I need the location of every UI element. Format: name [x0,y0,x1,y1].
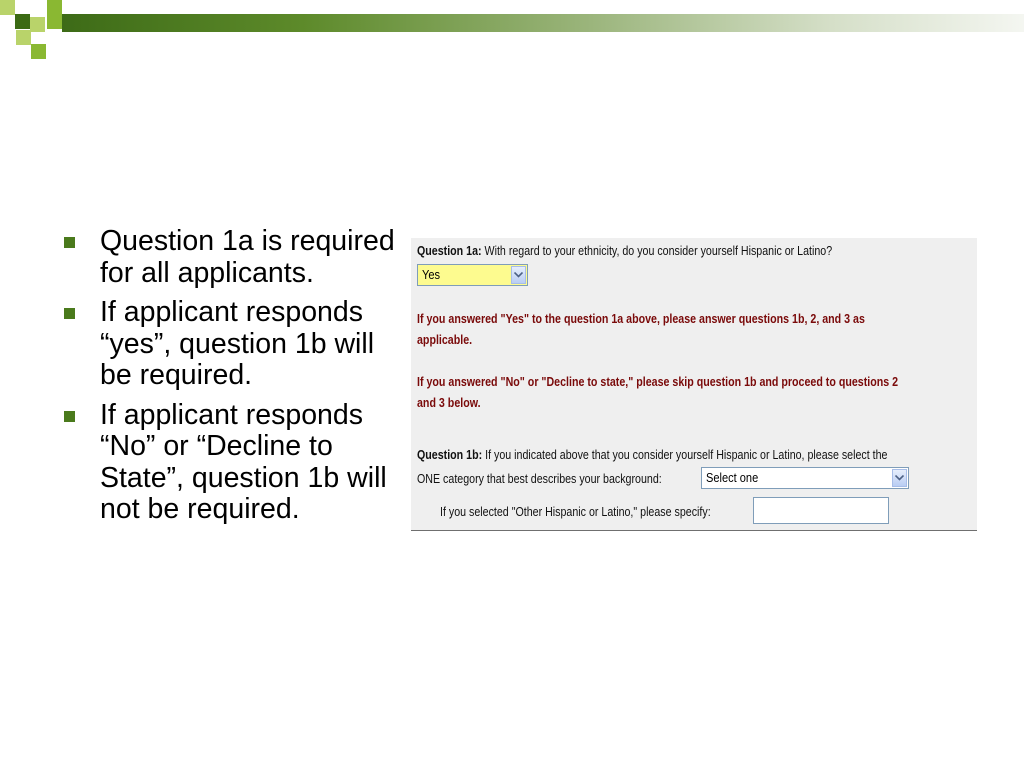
bullet-list: Question 1a is required for all applican… [62,225,402,534]
deco-square [30,17,45,32]
question-1b-prompt: If you indicated above that you consider… [482,447,888,462]
deco-square [15,14,30,29]
bullet-text: If applicant responds “No” or “Decline t… [100,398,387,525]
chevron-down-icon[interactable] [892,469,907,487]
instruction-yes-line1: If you answered "Yes" to the question 1a… [417,311,865,326]
form-screenshot: Question 1a: With regard to your ethnici… [411,238,977,531]
question-1b-text: Question 1b: If you indicated above that… [417,447,887,462]
instruction-no-line1: If you answered "No" or "Decline to stat… [417,374,899,389]
square-bullet-icon [64,308,75,319]
question-1b-text-line2: ONE category that best describes your ba… [417,471,662,486]
chevron-down-icon[interactable] [511,266,526,284]
question-1a-prompt: With regard to your ethnicity, do you co… [481,243,833,258]
bullet-item: If applicant responds “No” or “Decline t… [62,398,402,526]
deco-square [31,44,46,59]
instruction-no-line2: and 3 below. [417,395,481,410]
deco-square [47,0,62,15]
instruction-yes-line2: applicable. [417,332,473,347]
deco-square [0,0,15,15]
other-specify-label: If you selected "Other Hispanic or Latin… [440,504,711,519]
header-gradient-bar [62,14,1024,32]
question-1a-label: Question 1a: [417,243,482,258]
square-bullet-icon [64,410,75,422]
bullet-item: Question 1a is required for all applican… [62,225,402,289]
deco-square [47,14,62,29]
other-specify-input[interactable] [753,497,889,524]
question-1b-label: Question 1b: [417,447,483,462]
background-select-value: Select one [706,470,759,485]
ethnicity-select-value: Yes [422,267,441,282]
bullet-text: Question 1a is required for all applican… [100,225,395,289]
bullet-item: If applicant responds “yes”, question 1b… [62,296,402,392]
deco-square [16,30,31,45]
ethnicity-select[interactable]: Yes [417,264,528,286]
background-select[interactable]: Select one [701,467,909,489]
header-decoration [0,0,1024,64]
square-bullet-icon [64,237,75,248]
question-1a-text: Question 1a: With regard to your ethnici… [417,243,832,258]
bullet-text: If applicant responds “yes”, question 1b… [100,296,375,391]
